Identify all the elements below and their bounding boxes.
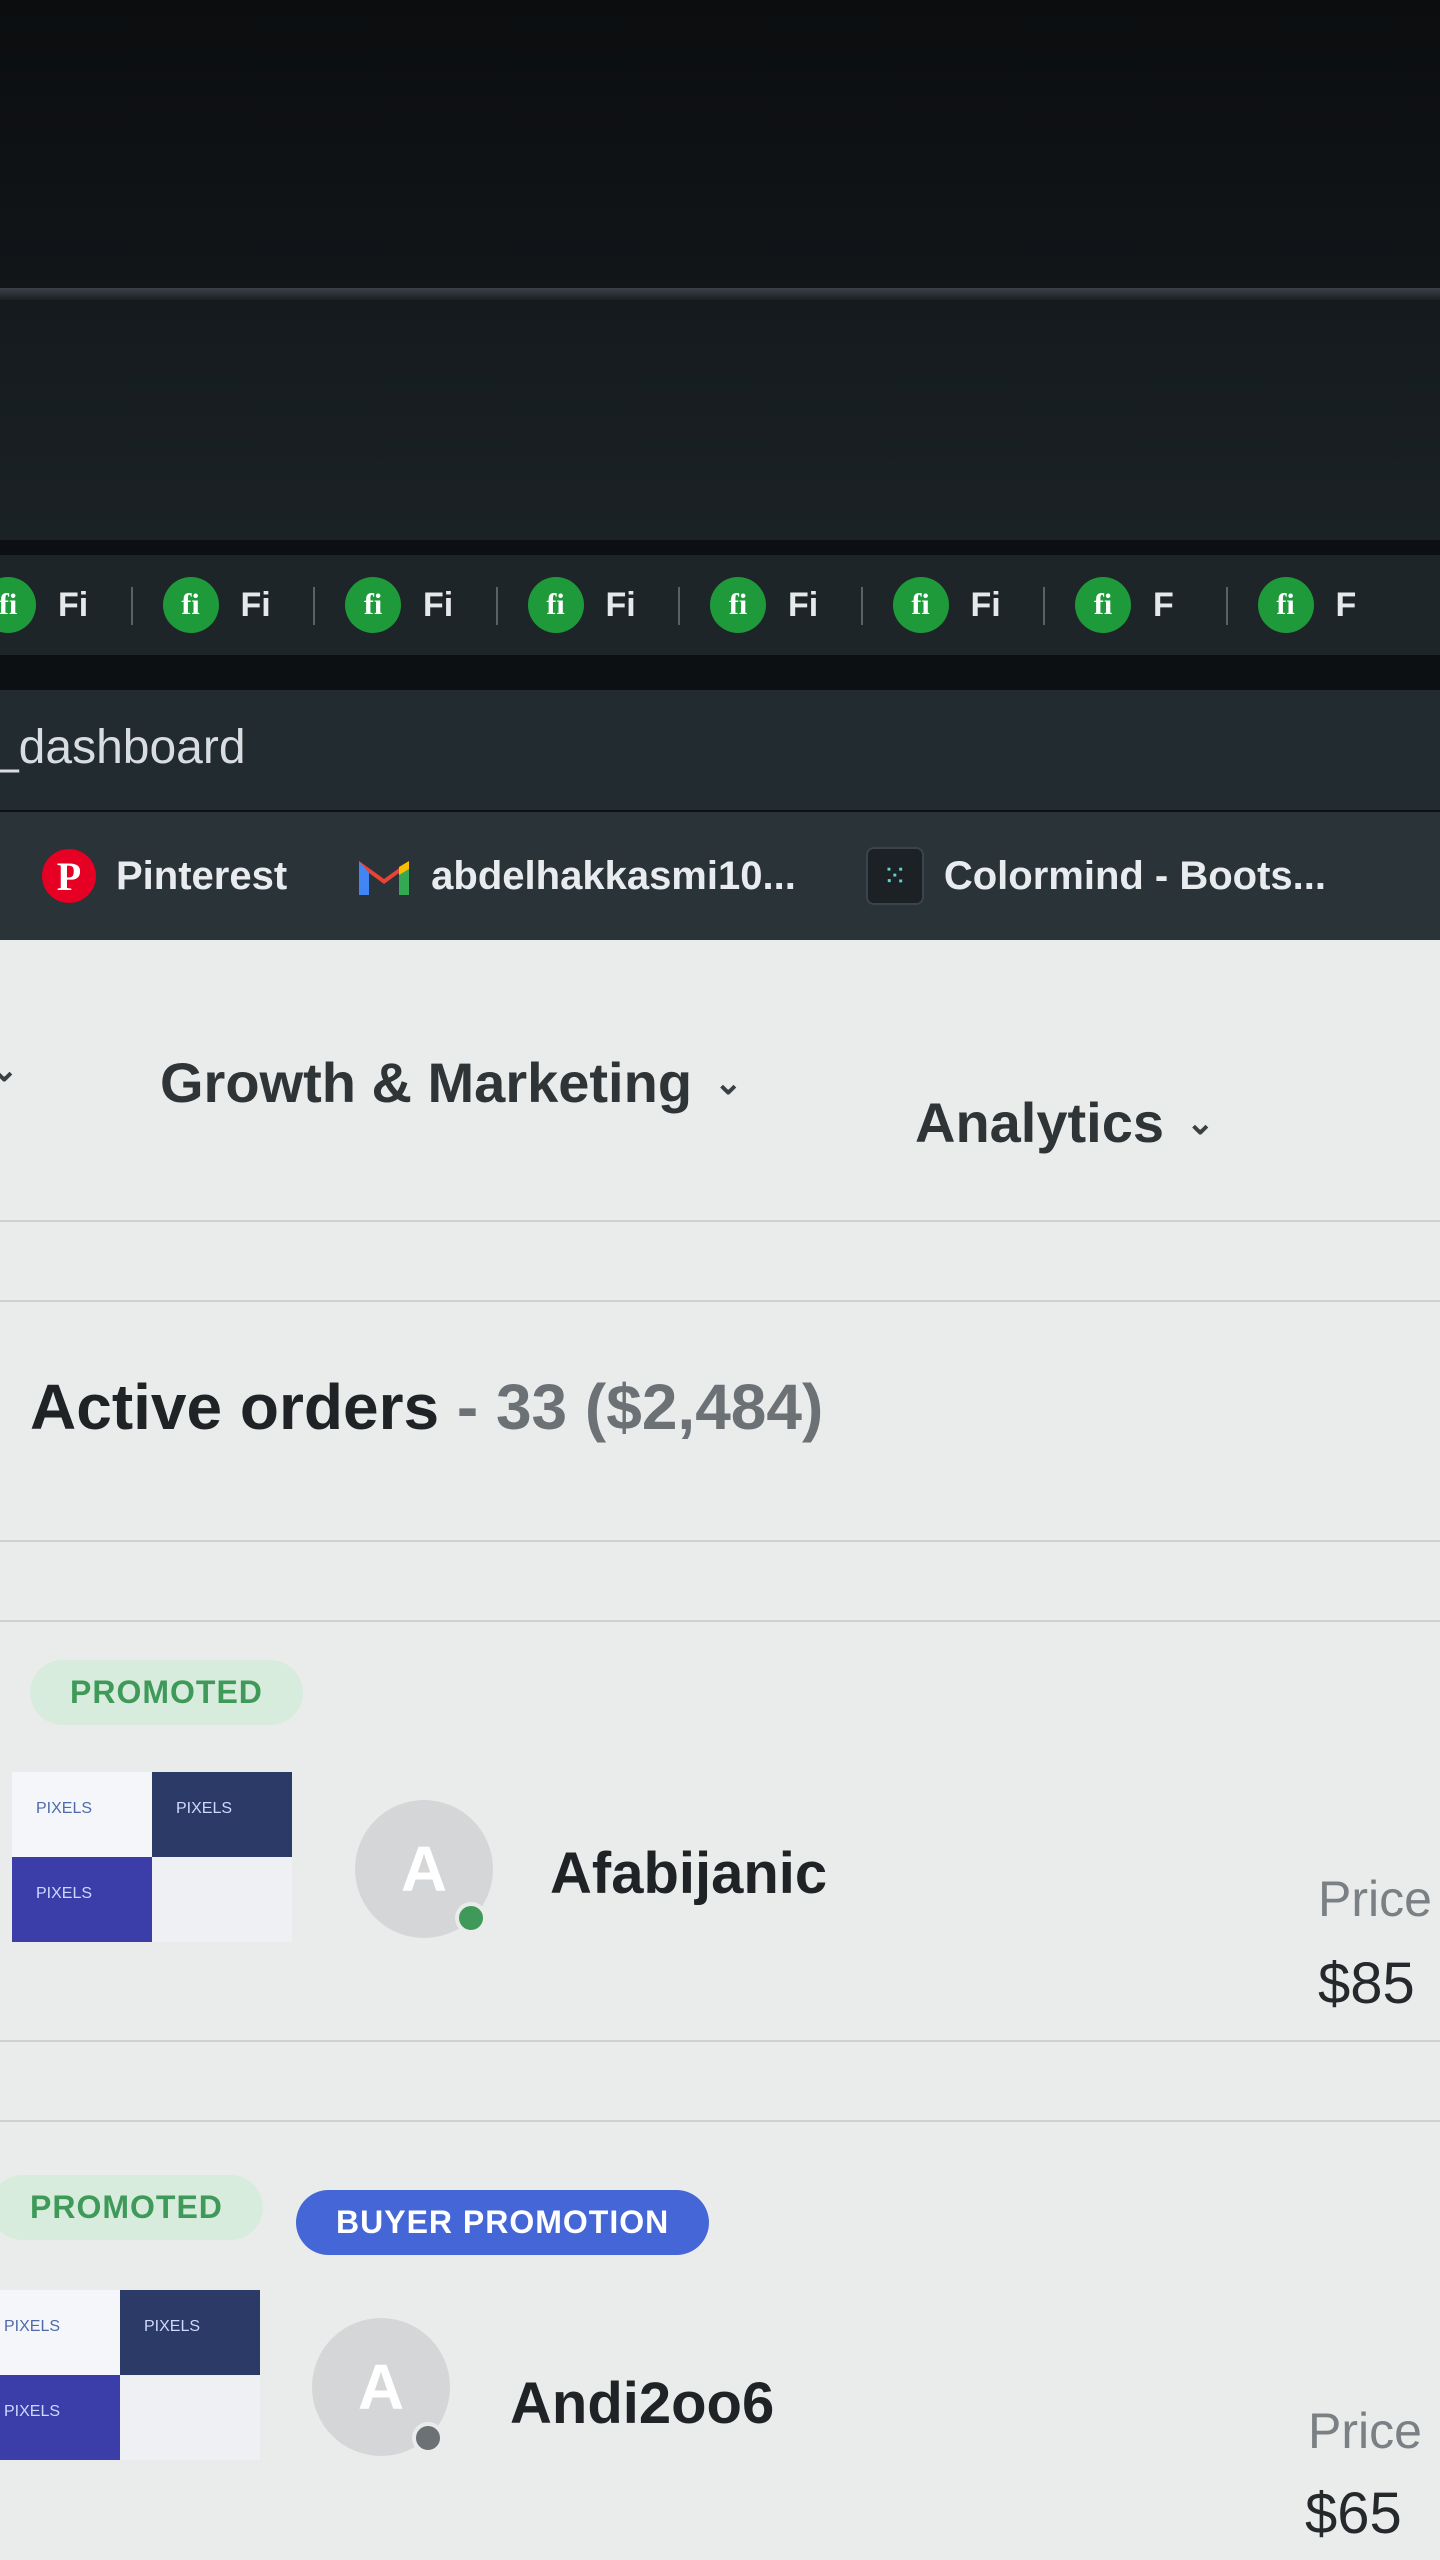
thumb-logo: PIXELS bbox=[144, 2318, 201, 2335]
tab-title: F bbox=[1335, 585, 1357, 624]
divider bbox=[0, 2120, 1440, 2122]
thumb-logo: PIXELS bbox=[4, 2403, 61, 2420]
gmail-icon bbox=[357, 855, 411, 897]
monitor-bezel bbox=[0, 0, 1440, 300]
nav-growth-marketing[interactable]: Growth & Marketing ⌄ bbox=[160, 1050, 743, 1115]
divider bbox=[0, 1620, 1440, 1622]
fiverr-favicon-icon: fi bbox=[527, 577, 584, 633]
bookmark-gmail[interactable]: abdelhakkasmi10... bbox=[357, 854, 796, 899]
thumb-panel: PIXELS bbox=[0, 2375, 120, 2460]
bookmark-label: Pinterest bbox=[116, 853, 288, 898]
tab-title: Fi bbox=[58, 585, 89, 624]
browser-tab[interactable]: fi Fi bbox=[892, 555, 1076, 655]
chevron-down-icon: ⌄ bbox=[1186, 1103, 1215, 1142]
fiverr-favicon-icon: fi bbox=[1257, 577, 1314, 633]
orders-count: - 33 ($2,484) bbox=[439, 1371, 824, 1443]
thumb-panel bbox=[120, 2375, 260, 2460]
fiverr-favicon-icon: fi bbox=[162, 577, 219, 633]
tab-separator bbox=[1225, 587, 1228, 625]
thumb-logo: PIXELS bbox=[36, 1800, 93, 1817]
dashboard-page: ⌄ Growth & Marketing ⌄ Analytics ⌄ Activ… bbox=[0, 940, 1440, 2560]
browser-tab[interactable]: fi Fi bbox=[0, 555, 163, 655]
fiverr-favicon-icon: fi bbox=[1075, 577, 1131, 633]
address-text: r_dashboard bbox=[0, 721, 246, 774]
gig-thumbnail[interactable]: PIXELS PIXELS PIXELS bbox=[0, 2290, 260, 2460]
price-label: Price bbox=[1318, 1871, 1432, 1927]
thumb-panel: PIXELS bbox=[12, 1857, 152, 1942]
bookmark-label: Colormind - Boots... bbox=[943, 853, 1327, 898]
top-nav: ⌄ Growth & Marketing ⌄ Analytics ⌄ bbox=[0, 940, 1440, 1210]
price-value: $65 bbox=[1305, 2481, 1402, 2546]
tab-title: Fi bbox=[423, 585, 454, 624]
buyer-username[interactable]: Andi2oo6 bbox=[510, 2370, 774, 2437]
section-title-text: Active orders bbox=[30, 1371, 440, 1443]
tab-title: Fi bbox=[605, 585, 636, 624]
tab-separator bbox=[860, 587, 863, 625]
bookmark-label: abdelhakkasmi10... bbox=[431, 853, 796, 898]
address-bar[interactable]: r_dashboard bbox=[0, 690, 1440, 810]
browser-tab[interactable]: fi F bbox=[1075, 555, 1258, 655]
fiverr-favicon-icon: fi bbox=[710, 577, 766, 633]
thumb-panel: PIXELS bbox=[0, 2290, 120, 2375]
nav-chevron-partial[interactable]: ⌄ bbox=[0, 1050, 19, 1090]
fiverr-favicon-icon: fi bbox=[892, 577, 949, 633]
browser-tab[interactable]: fi Fi bbox=[345, 555, 528, 655]
tab-separator bbox=[678, 587, 680, 625]
browser-frame bbox=[0, 300, 1440, 540]
divider bbox=[0, 1540, 1440, 1542]
gig-thumbnail[interactable]: PIXELS PIXELS PIXELS bbox=[12, 1772, 292, 1942]
pinterest-icon: P bbox=[42, 849, 96, 903]
bezel-edge bbox=[0, 288, 1440, 300]
browser-tab[interactable]: fi Fi bbox=[527, 555, 711, 655]
browser-tab[interactable]: fi F bbox=[1257, 555, 1440, 655]
tab-separator bbox=[130, 587, 133, 625]
buyer-promotion-badge: BUYER PROMOTION bbox=[296, 2190, 710, 2255]
buyer-username[interactable]: Afabijanic bbox=[550, 1840, 827, 1907]
divider bbox=[0, 1300, 1440, 1302]
thumb-logo: PIXELS bbox=[176, 1800, 233, 1817]
price-value: $85 bbox=[1318, 1951, 1415, 2016]
tab-separator bbox=[313, 587, 315, 625]
price-label: Price bbox=[1308, 2403, 1422, 2459]
nav-analytics[interactable]: Analytics ⌄ bbox=[915, 1090, 1215, 1155]
chevron-down-icon: ⌄ bbox=[0, 1051, 19, 1089]
nav-label: Growth & Marketing bbox=[160, 1051, 693, 1114]
thumb-logo: PIXELS bbox=[4, 2318, 61, 2335]
tab-strip: fi Fi fi Fi fi Fi fi Fi fi Fi fi Fi fi F… bbox=[0, 555, 1440, 655]
thumb-panel: PIXELS bbox=[120, 2290, 260, 2375]
tab-separator bbox=[495, 587, 498, 625]
tab-separator bbox=[1043, 587, 1045, 625]
thumb-panel: PIXELS bbox=[12, 1772, 152, 1857]
divider bbox=[0, 2040, 1440, 2042]
offline-status-dot bbox=[412, 2422, 444, 2454]
thumb-logo: PIXELS bbox=[36, 1885, 93, 1902]
colormind-icon: ⁙ bbox=[865, 847, 924, 905]
promoted-badge: PROMOTED bbox=[30, 1660, 303, 1725]
promoted-badge: PROMOTED bbox=[0, 2175, 263, 2240]
bookmark-colormind[interactable]: ⁙ Colormind - Boots... bbox=[865, 847, 1327, 905]
fiverr-favicon-icon: fi bbox=[345, 577, 401, 633]
thumb-panel bbox=[152, 1857, 292, 1942]
online-status-dot bbox=[455, 1902, 487, 1934]
browser-tab[interactable]: fi Fi bbox=[710, 555, 893, 655]
tab-title: Fi bbox=[788, 585, 819, 624]
tab-title: Fi bbox=[240, 585, 271, 624]
nav-label: Analytics bbox=[915, 1091, 1164, 1154]
tab-title: F bbox=[1153, 585, 1174, 624]
browser-tab[interactable]: fi Fi bbox=[162, 555, 346, 655]
active-orders-title: Active orders - 33 ($2,484) bbox=[30, 1370, 823, 1444]
chevron-down-icon: ⌄ bbox=[714, 1063, 743, 1102]
divider bbox=[0, 1220, 1440, 1222]
tab-title: Fi bbox=[970, 585, 1001, 624]
fiverr-favicon-icon: fi bbox=[0, 577, 36, 633]
screen: fi Fi fi Fi fi Fi fi Fi fi Fi fi Fi fi F… bbox=[0, 0, 1440, 2560]
thumb-panel: PIXELS bbox=[152, 1772, 292, 1857]
bookmark-pinterest[interactable]: P Pinterest bbox=[42, 849, 287, 903]
bookmarks-bar: P Pinterest abdelhakkasmi10... ⁙ Colormi… bbox=[0, 812, 1440, 940]
